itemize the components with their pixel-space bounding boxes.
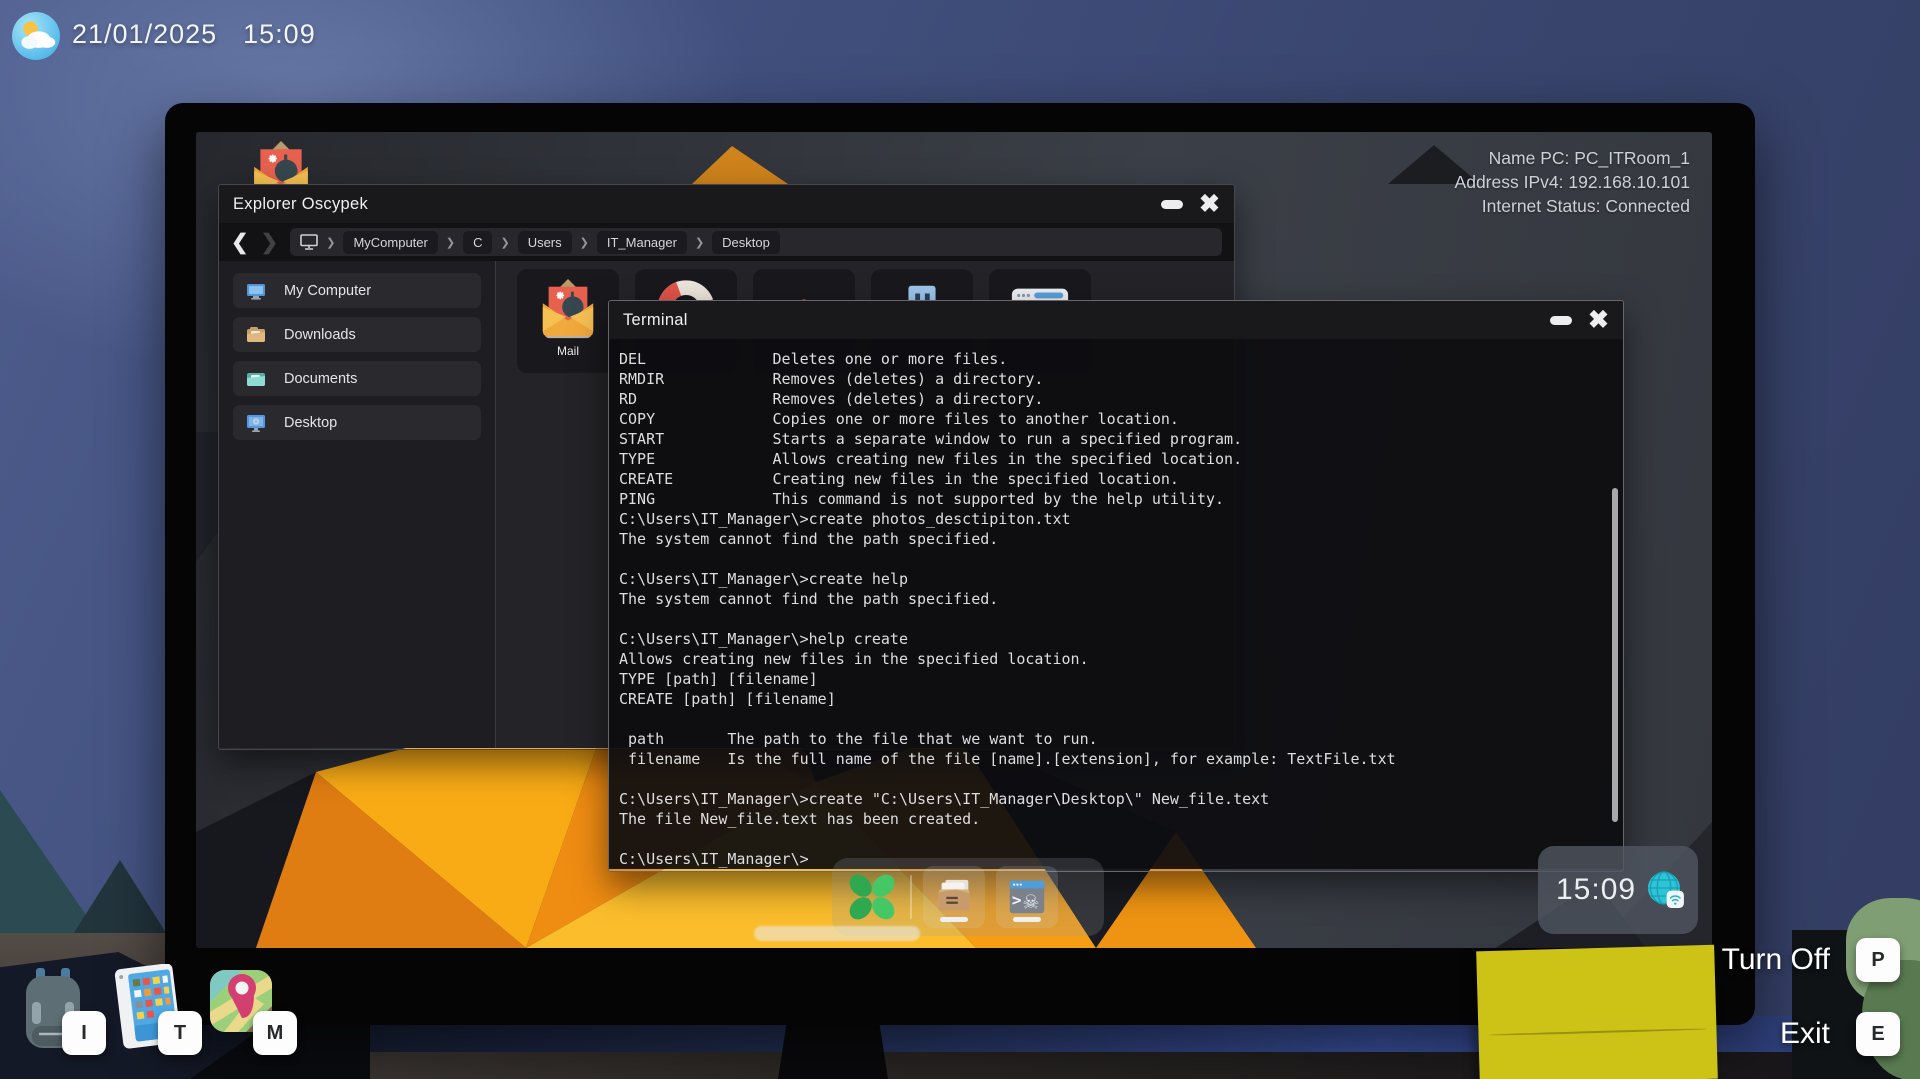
tablet-key-badge[interactable]: T — [158, 1011, 202, 1055]
close-icon[interactable]: ✖ — [1199, 192, 1220, 217]
sidebar-item-label: Desktop — [284, 415, 337, 431]
file-label: Mail — [557, 344, 579, 358]
exit-label: Exit — [1780, 1017, 1830, 1051]
explorer-sidebar: My Computer Downloads Documents Des — [219, 261, 495, 748]
terminal-skull-icon — [1006, 876, 1048, 918]
chevron-right-icon: ❯ — [326, 236, 335, 249]
key-letter: T — [174, 1022, 186, 1045]
time-text: 15:09 — [243, 19, 316, 50]
breadcrumb-users[interactable]: Users — [518, 231, 572, 254]
running-indicator — [1013, 917, 1041, 922]
screen-glare — [754, 926, 920, 941]
datetime-display: 21/01/2025 15:09 — [72, 19, 316, 50]
monitor-stand — [778, 1022, 888, 1079]
inventory-key-badge[interactable]: I — [62, 1011, 106, 1055]
explorer-titlebar[interactable]: Explorer Oscypek ✖ — [219, 185, 1234, 223]
explorer-title: Explorer Oscypek — [233, 195, 368, 214]
monitor-bezel: Name PC: PC_ITRoom_1 Address IPv4: 192.1… — [165, 103, 1755, 1025]
desktop-icon — [246, 413, 266, 433]
terminal-scrollbar[interactable] — [1612, 343, 1618, 865]
folder-files-icon — [933, 876, 975, 918]
downloads-folder-icon — [246, 325, 266, 345]
pc-name: Name PC: PC_ITRoom_1 — [1455, 146, 1690, 170]
running-indicator — [940, 917, 968, 922]
mail-bomb-icon — [537, 277, 599, 341]
start-clover-icon[interactable] — [845, 870, 899, 924]
taskbar — [832, 858, 1104, 936]
sidebar-item-downloads[interactable]: Downloads — [233, 317, 481, 352]
chevron-right-icon: ❯ — [695, 236, 704, 249]
sidebar-item-label: My Computer — [284, 283, 371, 299]
key-letter: I — [81, 1022, 87, 1045]
explorer-navbar: ❮ ❯ ❯ MyComputer ❯ C ❯ Users ❯ IT_Manage… — [219, 223, 1234, 261]
chevron-right-icon: ❯ — [580, 236, 589, 249]
taskbar-divider — [910, 875, 912, 919]
terminal-output: DEL Deletes one or more files. RMDIR Rem… — [619, 349, 1396, 869]
chevron-right-icon: ❯ — [500, 236, 509, 249]
clock-tray[interactable]: 15:09 — [1538, 846, 1698, 934]
close-icon[interactable]: ✖ — [1588, 308, 1609, 333]
sidebar-item-label: Documents — [284, 371, 357, 387]
turn-off-key-badge[interactable]: P — [1856, 938, 1900, 982]
internet-globe-icon[interactable] — [1646, 860, 1686, 920]
minimize-button[interactable] — [1550, 316, 1572, 325]
breadcrumb-mycomputer[interactable]: MyComputer — [343, 231, 437, 254]
key-letter: M — [267, 1022, 284, 1045]
exit-key-badge[interactable]: E — [1856, 1012, 1900, 1056]
sidebar-item-my-computer[interactable]: My Computer — [233, 273, 481, 308]
terminal-window: Terminal ✖ DEL Deletes one or more files… — [608, 300, 1624, 872]
monitor-icon — [300, 234, 318, 250]
turn-off-control[interactable]: Turn Off P — [1722, 938, 1900, 982]
terminal-body[interactable]: DEL Deletes one or more files. RMDIR Rem… — [609, 339, 1623, 869]
sticky-note — [1476, 945, 1718, 1079]
weather-icon[interactable] — [12, 12, 60, 60]
breadcrumb: ❯ MyComputer ❯ C ❯ Users ❯ IT_Manager ❯ … — [290, 228, 1222, 256]
sidebar-item-desktop[interactable]: Desktop — [233, 405, 481, 440]
terminal-titlebar[interactable]: Terminal ✖ — [609, 301, 1623, 339]
forward-arrow-icon[interactable]: ❯ — [261, 230, 279, 255]
turn-off-label: Turn Off — [1722, 943, 1830, 977]
map-key-badge[interactable]: M — [253, 1011, 297, 1055]
taskbar-terminal-button[interactable] — [996, 866, 1058, 928]
computer-icon — [246, 281, 266, 301]
sidebar-item-label: Downloads — [284, 327, 356, 343]
file-tile-mail[interactable]: Mail — [517, 269, 619, 373]
taskbar-explorer-button[interactable] — [923, 866, 985, 928]
pc-internet-status: Internet Status: Connected — [1455, 194, 1690, 218]
back-arrow-icon[interactable]: ❮ — [231, 230, 249, 255]
terminal-title: Terminal — [623, 311, 688, 330]
game-scene: Name PC: PC_ITRoom_1 Address IPv4: 192.1… — [0, 0, 1920, 1079]
documents-folder-icon — [246, 369, 266, 389]
key-letter: E — [1871, 1023, 1884, 1046]
scrollbar-thumb[interactable] — [1612, 488, 1618, 822]
clock: 15:09 — [1556, 873, 1636, 907]
minimize-button[interactable] — [1161, 200, 1183, 209]
sidebar-item-documents[interactable]: Documents — [233, 361, 481, 396]
exit-control[interactable]: Exit E — [1780, 1012, 1900, 1056]
key-letter: P — [1871, 949, 1884, 972]
chevron-right-icon: ❯ — [446, 236, 455, 249]
breadcrumb-itmanager[interactable]: IT_Manager — [597, 231, 687, 254]
sun-cloud-icon — [14, 14, 58, 58]
pc-info-panel: Name PC: PC_ITRoom_1 Address IPv4: 192.1… — [1455, 146, 1690, 218]
pc-ipv4: Address IPv4: 192.168.10.101 — [1455, 170, 1690, 194]
breadcrumb-desktop[interactable]: Desktop — [712, 231, 780, 254]
breadcrumb-c[interactable]: C — [463, 231, 492, 254]
date-text: 21/01/2025 — [72, 19, 217, 50]
pc-screen: Name PC: PC_ITRoom_1 Address IPv4: 192.1… — [196, 132, 1712, 948]
